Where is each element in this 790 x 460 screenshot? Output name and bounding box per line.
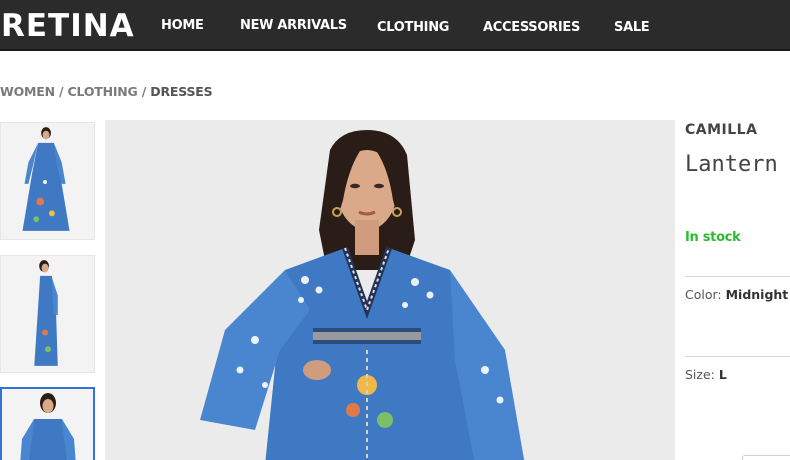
product-title: Lantern S xyxy=(685,152,790,177)
product-brand[interactable]: CAMILLA xyxy=(685,121,757,139)
divider xyxy=(685,276,790,277)
nav-new-arrivals[interactable]: NEW ARRIVALS xyxy=(240,17,347,35)
site-logo[interactable]: RETINA xyxy=(1,6,135,46)
breadcrumb: WOMEN / CLOTHING / DRESSES xyxy=(0,84,213,100)
size-label: Size: xyxy=(685,367,719,382)
breadcrumb-women[interactable]: WOMEN xyxy=(0,84,55,99)
nav-accessories[interactable]: ACCESSORIES xyxy=(483,19,580,37)
product-main-image[interactable] xyxy=(105,120,675,460)
product-thumbnail-2[interactable] xyxy=(0,255,95,373)
size-select[interactable] xyxy=(742,455,790,460)
size-value: L xyxy=(718,367,727,382)
dress-front-image xyxy=(1,123,94,239)
size-option: Size: L xyxy=(685,367,727,383)
breadcrumb-separator: / xyxy=(137,84,151,99)
model-in-dress-image xyxy=(105,120,675,460)
dress-side-image xyxy=(1,256,94,372)
dress-closeup-image xyxy=(2,389,93,460)
product-thumbnail-1[interactable] xyxy=(0,122,95,240)
nav-home[interactable]: HOME xyxy=(161,17,204,35)
breadcrumb-clothing[interactable]: CLOTHING xyxy=(68,84,138,99)
breadcrumb-dresses[interactable]: DRESSES xyxy=(150,84,212,99)
color-option: Color: Midnight I xyxy=(685,287,790,303)
nav-clothing[interactable]: CLOTHING xyxy=(377,19,449,37)
color-label: Color: xyxy=(685,287,726,302)
color-value: Midnight I xyxy=(725,287,790,302)
stock-status: In stock xyxy=(685,230,741,245)
breadcrumb-separator: / xyxy=(54,84,68,99)
product-thumbnail-3-selected[interactable] xyxy=(0,387,95,460)
divider xyxy=(685,356,790,357)
nav-sale[interactable]: SALE xyxy=(614,19,650,37)
top-navigation-bar: RETINA HOME NEW ARRIVALS CLOTHING ACCESS… xyxy=(0,0,790,51)
